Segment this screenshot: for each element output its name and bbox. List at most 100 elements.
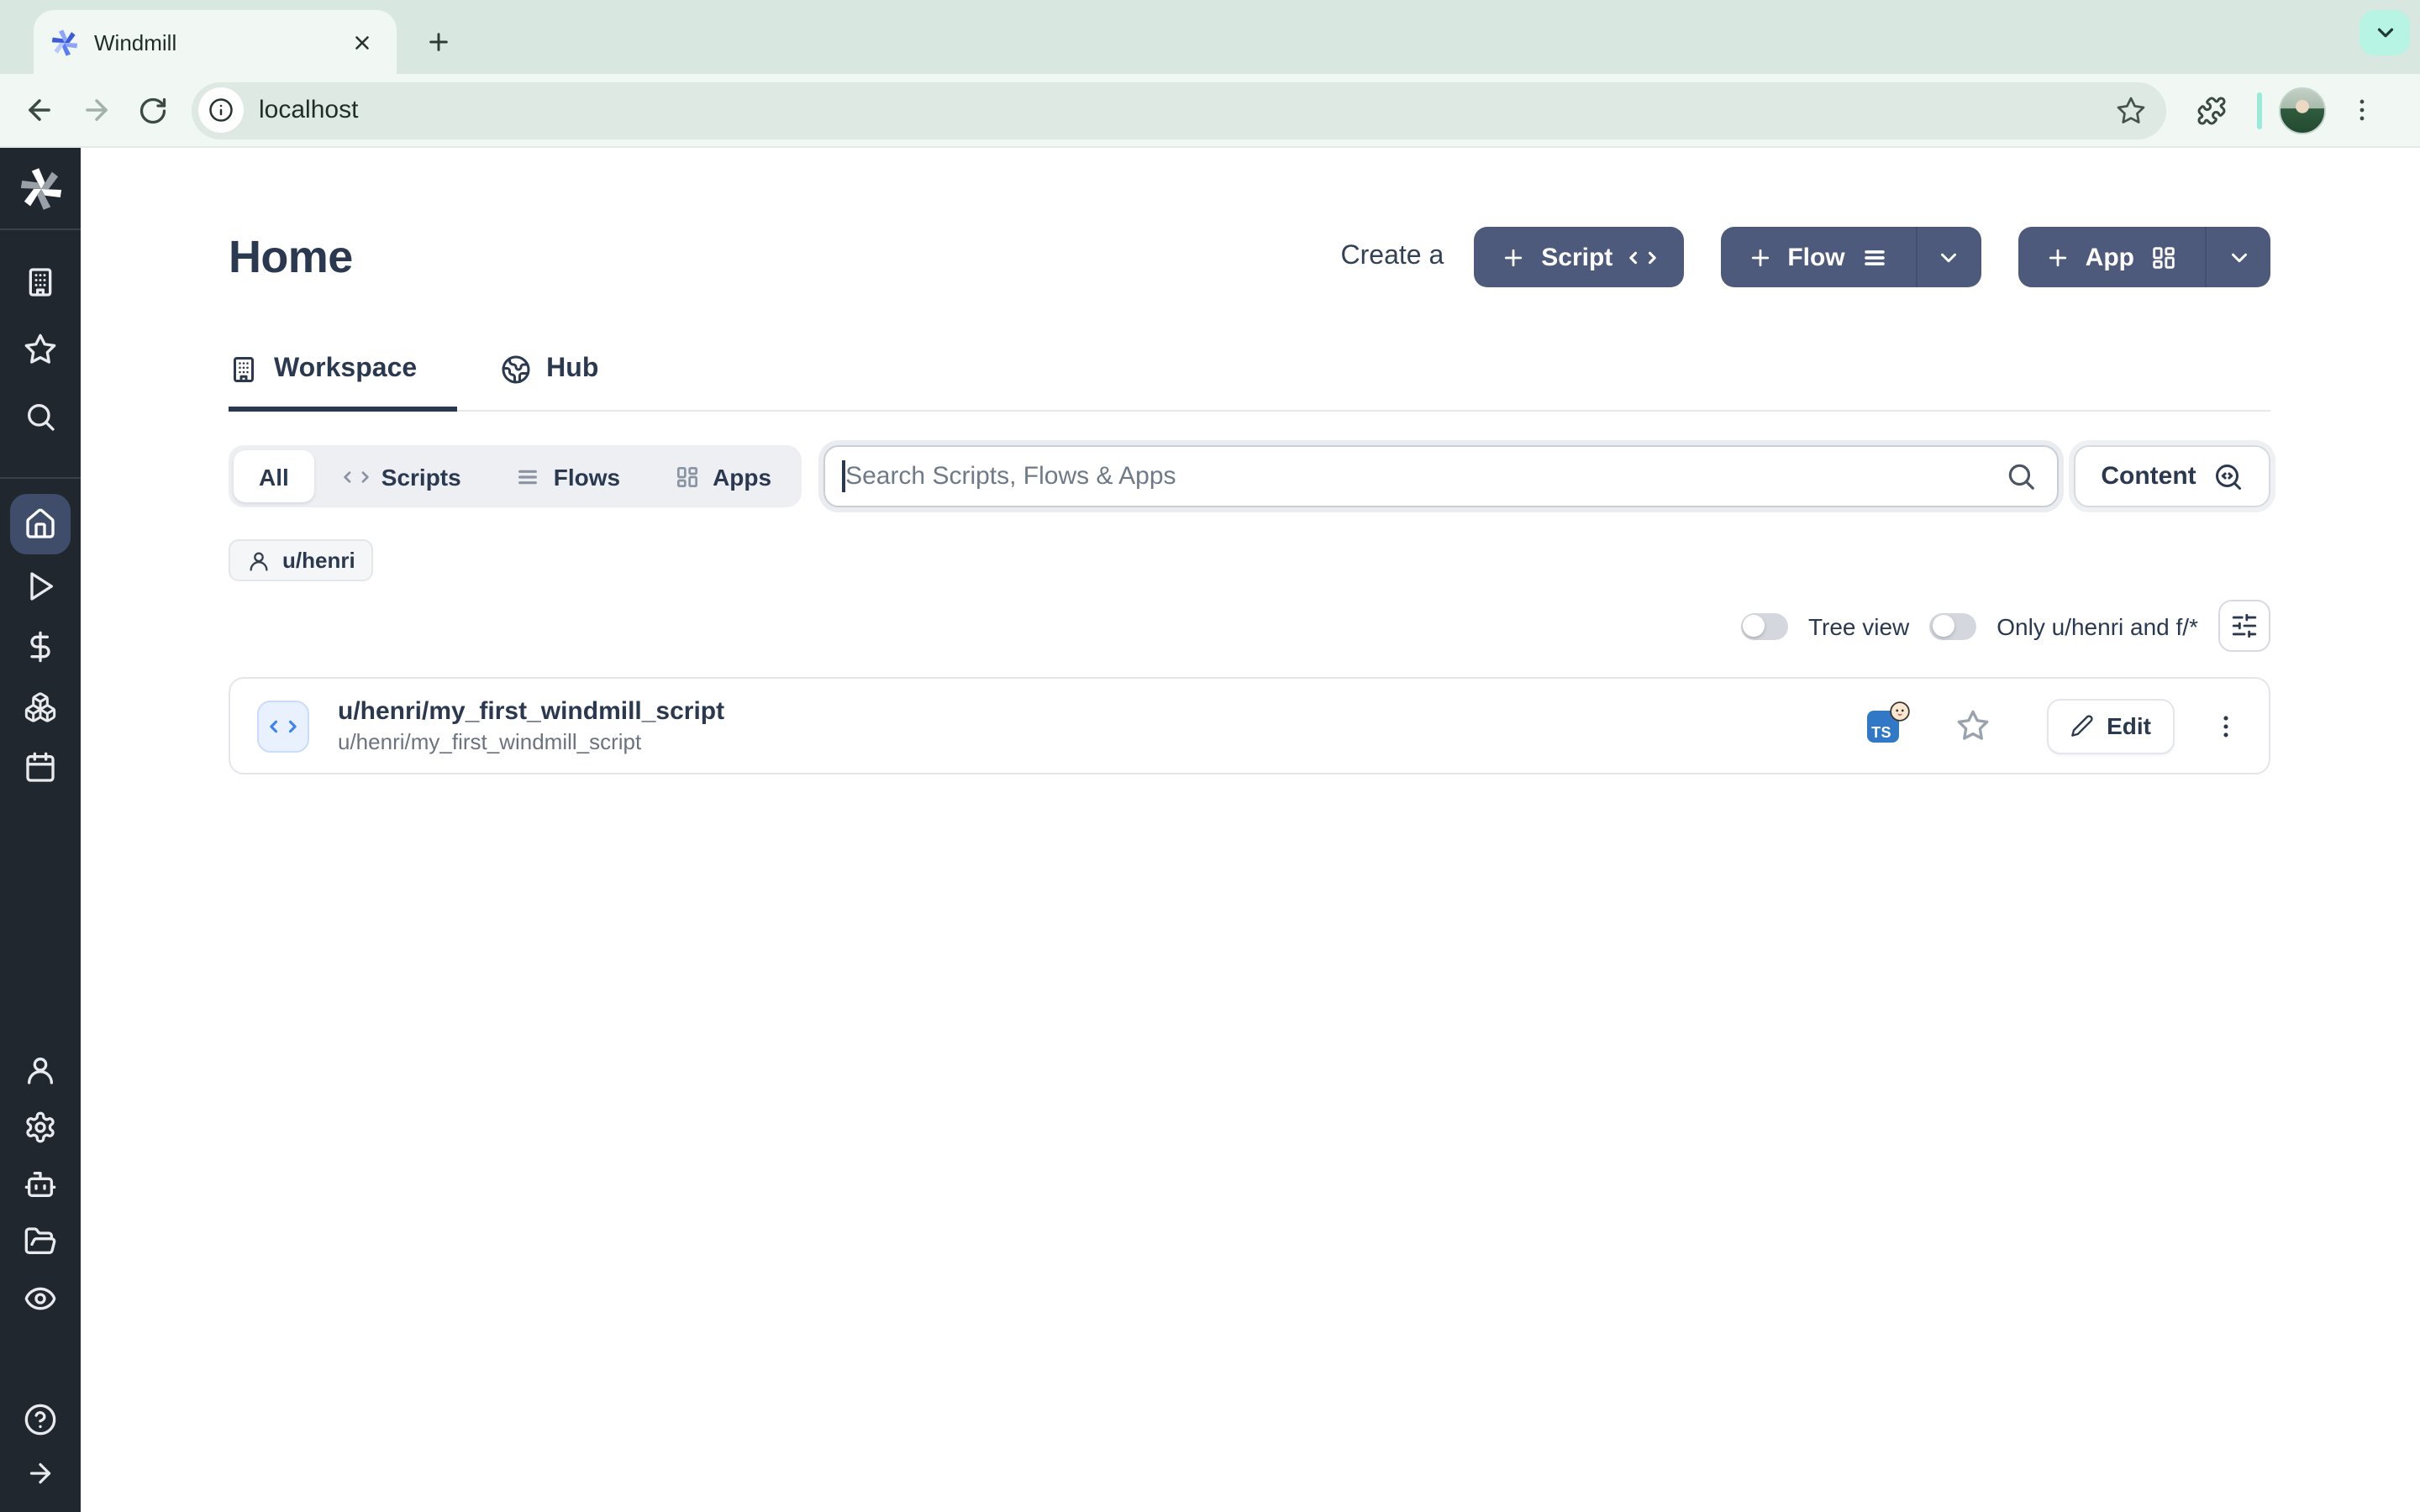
script-list-item[interactable]: u/henri/my_first_windmill_script u/henri… — [229, 677, 2270, 774]
bun-runtime-icon — [1888, 700, 1910, 722]
bookmark-star-icon[interactable] — [2109, 88, 2153, 132]
create-flow-button[interactable]: Flow — [1720, 227, 1981, 287]
filter-flows-label: Flows — [554, 463, 620, 490]
script-code-icon — [257, 700, 309, 752]
tab-workspace[interactable]: Workspace — [229, 354, 457, 412]
gear-icon — [24, 1110, 57, 1144]
item-actions: TS Edit — [1866, 698, 2245, 753]
sidebar-item-home[interactable] — [10, 494, 71, 554]
create-flow-label: Flow — [1787, 243, 1844, 271]
item-menu-kebab[interactable] — [2205, 706, 2245, 746]
folder-open-icon — [24, 1225, 57, 1258]
sidebar-item-favorites[interactable] — [10, 319, 71, 380]
item-text: u/henri/my_first_windmill_script u/henri… — [338, 697, 724, 754]
sidebar-item-help[interactable] — [10, 1389, 71, 1450]
search-box — [823, 445, 2059, 507]
sidebar-item-variables[interactable] — [10, 617, 71, 677]
create-app-button[interactable]: App — [2018, 227, 2270, 287]
owner-chip[interactable]: u/henri — [229, 539, 374, 581]
robot-icon — [24, 1168, 57, 1201]
browser-tab[interactable]: Windmill — [34, 10, 397, 74]
flow-bars-icon — [1860, 243, 1889, 271]
favorite-star-icon[interactable] — [1955, 709, 1989, 743]
windmill-logo-icon[interactable] — [10, 158, 71, 218]
sidebar-expand-button[interactable] — [10, 1443, 71, 1504]
edit-button[interactable]: Edit — [2046, 698, 2175, 753]
create-label: Create a — [1341, 242, 1444, 272]
create-app-label: App — [2086, 243, 2134, 271]
app-shell: Home Create a Script — [0, 148, 2420, 1512]
sidebar-item-folders[interactable] — [10, 1211, 71, 1272]
play-icon — [24, 570, 57, 603]
display-settings-button[interactable] — [2218, 600, 2270, 652]
screen: Windmill localhost — [0, 0, 2420, 1512]
sidebar-item-resources[interactable] — [10, 677, 71, 738]
url-text: localhost — [259, 96, 2109, 124]
only-owner-label: Only u/henri and f/* — [1996, 612, 2198, 639]
home-icon — [24, 507, 57, 541]
sidebar-item-users[interactable] — [10, 1040, 71, 1100]
star-icon — [24, 333, 57, 366]
sidebar-divider — [0, 228, 81, 230]
flow-bars-icon — [515, 463, 542, 490]
page-header: Home Create a Script — [229, 223, 2270, 291]
new-tab-button[interactable] — [415, 18, 462, 66]
url-bar[interactable]: localhost — [192, 81, 2166, 139]
only-owner-toggle[interactable] — [1929, 612, 1976, 639]
create-script-label: Script — [1541, 243, 1612, 271]
profile-avatar[interactable] — [2279, 87, 2326, 134]
view-tabs: Workspace Hub — [229, 354, 2270, 412]
filter-apps[interactable]: Apps — [649, 450, 797, 502]
filter-flows[interactable]: Flows — [490, 450, 645, 502]
arrow-right-icon — [25, 1458, 55, 1488]
chevron-down-icon — [2226, 244, 2251, 270]
sidebar-item-search[interactable] — [10, 386, 71, 447]
sidebar-item-workers[interactable] — [10, 1154, 71, 1215]
back-button[interactable] — [10, 81, 67, 139]
browser-tabstrip: Windmill — [0, 0, 2420, 74]
fullscreen-chevron-button[interactable] — [2360, 10, 2410, 55]
globe-icon — [501, 354, 531, 385]
sidebar-item-schedules[interactable] — [10, 738, 71, 798]
windmill-favicon-icon — [50, 28, 79, 56]
sidebar — [0, 148, 81, 1512]
chevron-down-icon — [1937, 244, 1962, 270]
search-input[interactable] — [823, 445, 2059, 507]
extensions-puzzle-icon[interactable] — [2183, 81, 2240, 139]
help-circle-icon — [24, 1403, 57, 1436]
owner-chip-label: u/henri — [282, 548, 355, 573]
kind-filter: All Scripts Flows Apps — [229, 445, 802, 507]
create-script-button[interactable]: Script — [1474, 227, 1683, 287]
sidebar-item-workspace[interactable] — [10, 252, 71, 312]
filter-all[interactable]: All — [234, 450, 314, 502]
app-grid-icon — [674, 463, 701, 490]
filter-scripts[interactable]: Scripts — [318, 450, 487, 502]
typescript-badge: TS — [1866, 710, 1898, 742]
tab-workspace-label: Workspace — [274, 354, 417, 385]
forward-button[interactable] — [67, 81, 124, 139]
plus-icon — [1501, 244, 1526, 270]
tab-close-icon[interactable] — [343, 24, 380, 60]
page-title: Home — [229, 231, 353, 283]
user-icon — [24, 1053, 57, 1087]
typescript-badge-label: TS — [1871, 723, 1891, 740]
chrome-menu-kebab-icon[interactable] — [2333, 81, 2390, 139]
edit-button-label: Edit — [2107, 712, 2151, 739]
filter-all-label: All — [259, 463, 289, 490]
sliders-icon — [2230, 612, 2259, 640]
tree-view-toggle[interactable] — [1741, 612, 1788, 639]
reload-button[interactable] — [124, 81, 182, 139]
search-icon — [2005, 460, 2037, 492]
building-icon — [229, 354, 259, 385]
app-dropdown-caret[interactable] — [2205, 227, 2270, 287]
flow-dropdown-caret[interactable] — [1916, 227, 1981, 287]
tab-hub[interactable]: Hub — [497, 354, 639, 412]
sidebar-item-runs[interactable] — [10, 556, 71, 617]
site-info-icon[interactable] — [198, 87, 244, 133]
sidebar-item-settings[interactable] — [10, 1097, 71, 1158]
tree-view-label: Tree view — [1808, 612, 1909, 639]
content-search-button[interactable]: Content — [2074, 445, 2270, 507]
boxes-icon — [24, 690, 57, 724]
sidebar-item-audit[interactable] — [10, 1268, 71, 1329]
item-title: u/henri/my_first_windmill_script — [338, 697, 724, 726]
